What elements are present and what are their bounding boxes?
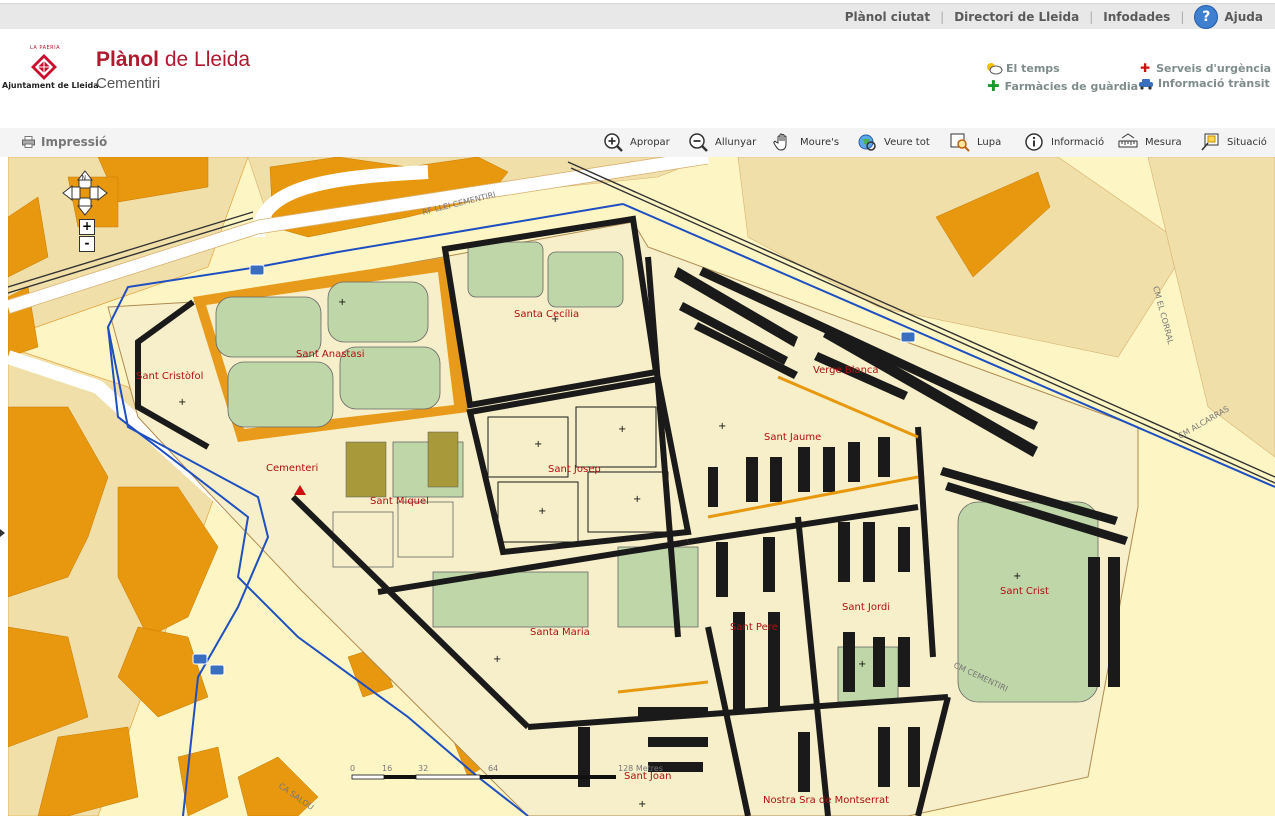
map-svg[interactable]: + + + + + + + + + + + + Santa Cecília Sant Anast… — [8, 157, 1275, 816]
svg-text:+: + — [178, 397, 186, 408]
tool-full-extent-label: Veure tot — [884, 136, 930, 148]
scale-unit: 128 Metres — [618, 764, 663, 773]
svg-text:+: + — [618, 424, 626, 435]
tool-measure-label: Mesura — [1145, 136, 1182, 148]
info-icon — [1024, 132, 1044, 152]
map-left-edge — [0, 157, 8, 816]
top-nav-bar: Plànol ciutat | Directori de Lleida | In… — [0, 3, 1275, 30]
label-sant-miquel: Sant Miquel — [370, 496, 429, 507]
header: LA PAERIA Ajuntament de Lleida Plànol de… — [0, 29, 1275, 128]
car-icon — [1139, 78, 1153, 90]
logo-bottom-text: Ajuntament de Lleida — [2, 81, 99, 90]
map-zoom-in-button[interactable]: + — [79, 219, 95, 235]
service-emergency-label: Serveis d'urgència — [1156, 61, 1272, 75]
link-infodades[interactable]: Infodades — [1103, 10, 1170, 24]
separator: | — [1089, 10, 1094, 24]
svg-text:+: + — [858, 659, 866, 670]
print-label: Impressió — [41, 135, 108, 149]
weather-icon — [987, 63, 1003, 75]
pan-control[interactable]: N — [62, 170, 108, 216]
page-subtitle: Cementiri — [96, 75, 161, 92]
label-cementeri: Cementeri — [266, 463, 318, 474]
zoom-in-icon — [603, 132, 623, 152]
label-sant-jordi: Sant Jordi — [842, 602, 890, 613]
scale-tick: 0 — [350, 764, 355, 773]
scale-tick: 64 — [488, 764, 498, 773]
label-sant-crist: Sant Crist — [1000, 586, 1049, 597]
label-sant-pere: Sant Pere — [730, 622, 778, 633]
tool-zoom-in[interactable]: Apropar — [603, 132, 670, 152]
tool-info[interactable]: Informació — [1024, 132, 1104, 152]
service-pharmacies[interactable]: ✚ Farmàcies de guàrdia — [987, 77, 1138, 95]
service-weather[interactable]: El temps — [985, 61, 1060, 75]
service-weather-label: El temps — [1006, 61, 1060, 75]
label-santa-cecilia: Santa Cecília — [514, 308, 579, 320]
svg-text:+: + — [638, 799, 646, 810]
tool-measure[interactable]: Mesura — [1118, 132, 1182, 152]
tool-info-label: Informació — [1051, 136, 1105, 148]
location-icon — [1200, 132, 1220, 152]
page-title: Plànol de Lleida — [96, 48, 250, 72]
svg-text:+: + — [534, 439, 542, 450]
label-sant-cristofol: Sant Cristòfol — [136, 370, 203, 382]
green-cross-icon: ✚ — [987, 77, 1000, 95]
globe-icon — [857, 132, 877, 152]
print-button[interactable]: Impressió — [22, 135, 107, 149]
pan-west-icon[interactable] — [62, 184, 73, 202]
link-ajuda[interactable]: Ajuda — [1224, 10, 1263, 24]
map-canvas[interactable]: + + + + + + + + + + + + Santa Cecília Sant Anast… — [8, 157, 1275, 816]
tool-full-extent[interactable]: Veure tot — [857, 132, 930, 152]
label-sant-anastasi: Sant Anastasi — [296, 349, 364, 360]
pan-south-icon[interactable] — [76, 205, 94, 216]
service-pharmacies-label: Farmàcies de guàrdia — [1004, 79, 1139, 93]
svg-text:+: + — [338, 297, 346, 308]
tool-zoom-in-label: Apropar — [630, 136, 670, 148]
pan-east-icon[interactable] — [97, 184, 108, 202]
title-bold: Plànol — [96, 48, 160, 71]
tool-pan-label: Moure's — [800, 136, 840, 148]
svg-text:+: + — [718, 421, 726, 432]
label-sant-josep: Sant Josep — [548, 464, 601, 475]
map-toolbar: Impressió Apropar Allunyar Moure's Veure… — [0, 128, 1275, 157]
tool-magnifier-label: Lupa — [977, 136, 1002, 148]
tool-magnifier[interactable]: Lupa — [950, 132, 1001, 152]
svg-text:+: + — [1013, 571, 1021, 582]
map-zoom-out-button[interactable]: - — [79, 236, 95, 252]
logo-top-text: LA PAERIA — [29, 45, 61, 51]
link-planol-ciutat[interactable]: Plànol ciutat — [845, 10, 930, 24]
ajuntament-logo[interactable]: LA PAERIA Ajuntament de Lleida — [2, 45, 99, 95]
tool-zoom-out[interactable]: Allunyar — [688, 132, 756, 152]
scale-tick: 16 — [382, 764, 392, 773]
link-directori[interactable]: Directori de Lleida — [954, 10, 1079, 24]
zoom-out-icon — [688, 132, 708, 152]
magnifier-icon — [950, 132, 970, 152]
svg-text:+: + — [633, 494, 641, 505]
label-sant-jaume: Sant Jaume — [764, 432, 821, 443]
help-icon[interactable]: ? — [1194, 5, 1219, 29]
label-santa-maria: Santa Maria — [530, 627, 590, 638]
tool-pan[interactable]: Moure's — [773, 132, 839, 152]
service-traffic[interactable]: Informació trànsit — [1138, 77, 1270, 90]
svg-text:+: + — [538, 506, 546, 517]
label-nostra-sra: Nostra Sra de Montserrat — [763, 795, 889, 806]
printer-icon — [22, 136, 35, 148]
service-traffic-label: Informació trànsit — [1158, 77, 1270, 90]
tool-location-label: Situació — [1227, 136, 1267, 148]
tool-zoom-out-label: Allunyar — [715, 136, 757, 148]
hand-icon — [773, 132, 793, 152]
scale-tick: 32 — [418, 764, 428, 773]
measure-icon — [1118, 132, 1138, 152]
red-cross-icon: ✚ — [1140, 61, 1151, 75]
separator: | — [1180, 10, 1185, 24]
svg-text:+: + — [493, 654, 501, 665]
separator: | — [940, 10, 945, 24]
paeria-emblem-icon — [31, 54, 57, 80]
service-emergency[interactable]: ✚ Serveis d'urgència — [1140, 61, 1271, 75]
title-rest: de Lleida — [159, 48, 251, 71]
label-verge-blanca: Verge Blanca — [813, 365, 879, 376]
north-label: N — [82, 175, 87, 182]
tool-location[interactable]: Situació — [1200, 132, 1267, 152]
